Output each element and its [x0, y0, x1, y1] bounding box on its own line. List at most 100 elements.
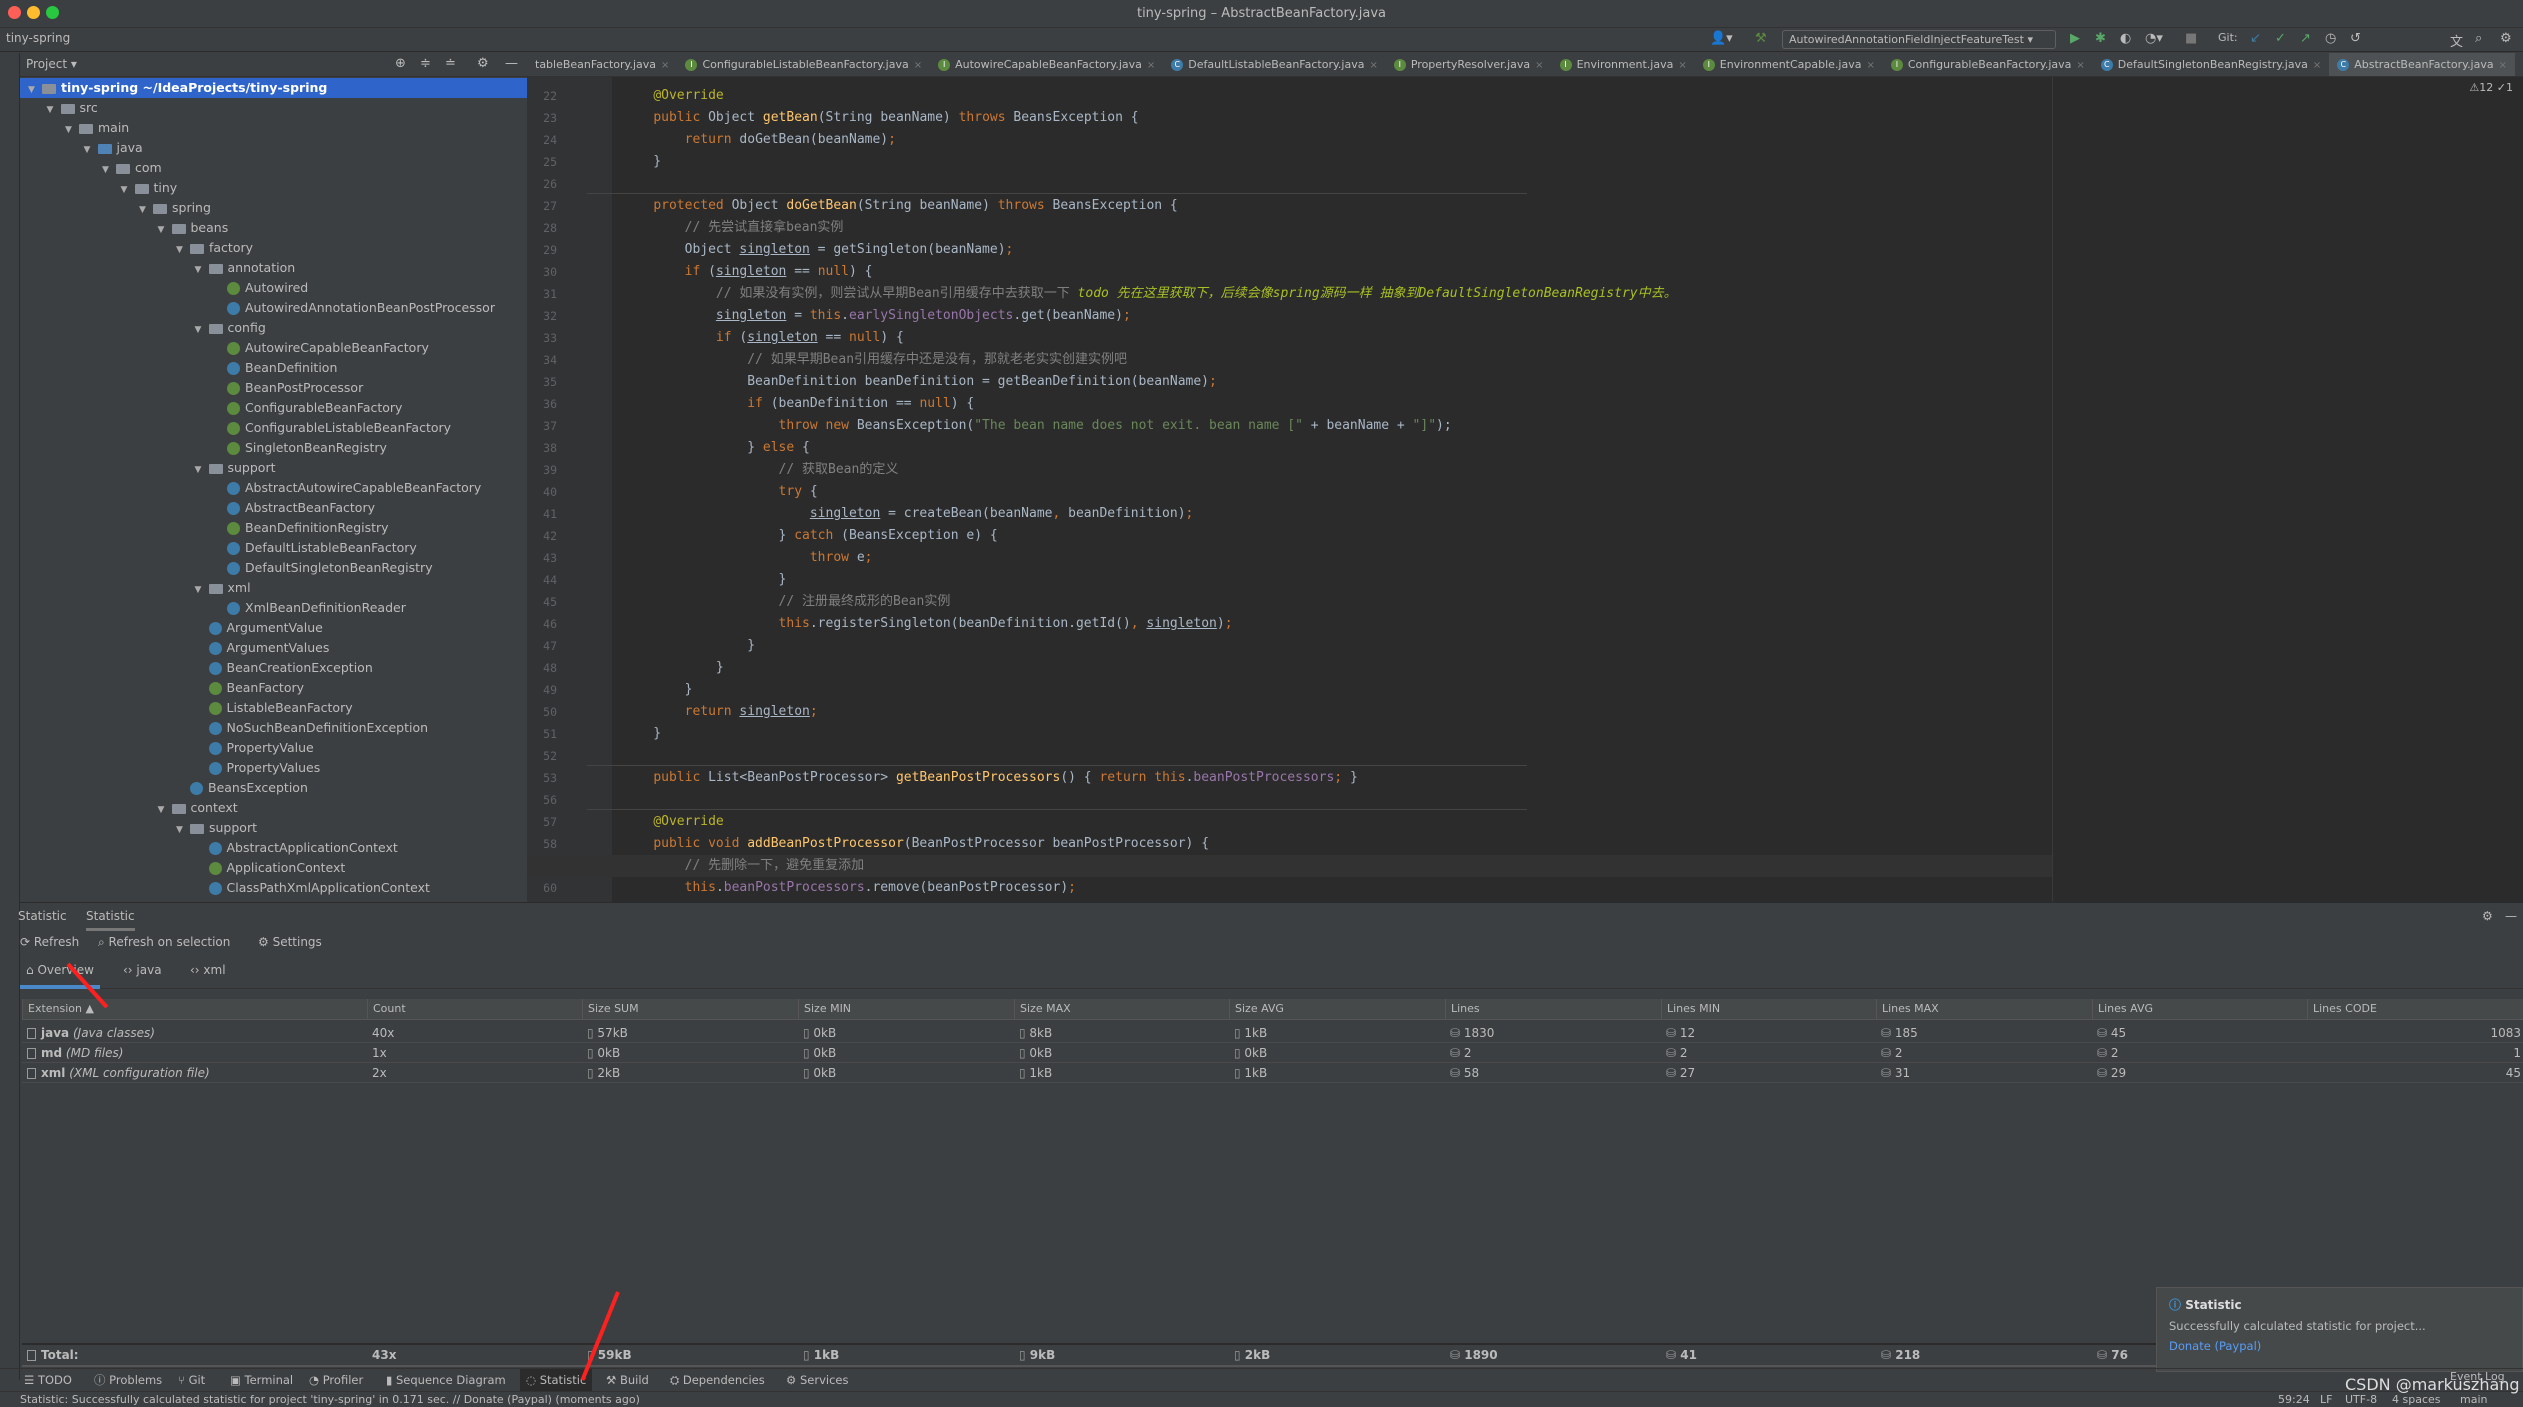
tree-item[interactable]: ▼ xml: [20, 578, 527, 598]
tree-item[interactable]: ▼ config: [20, 318, 527, 338]
tab-statistic-1[interactable]: Statistic: [18, 909, 67, 923]
chevron-down-icon[interactable]: ▼: [102, 160, 116, 180]
project-breadcrumb[interactable]: tiny-spring: [6, 31, 70, 45]
tree-item[interactable]: ConfigurableListableBeanFactory: [20, 418, 527, 438]
chevron-down-icon[interactable]: ▼: [65, 120, 79, 140]
tree-item[interactable]: Autowired: [20, 278, 527, 298]
editor-tab[interactable]: tableBeanFactory.java ×: [527, 53, 677, 76]
profile-icon[interactable]: ◔▾: [2145, 31, 2163, 46]
column-header[interactable]: Size MIN: [798, 999, 1014, 1019]
tree-item[interactable]: BeansException: [20, 778, 527, 798]
close-tab-icon[interactable]: ×: [1147, 60, 1155, 71]
editor-tab[interactable]: I EnvironmentCapable.java ×: [1695, 53, 1883, 76]
status-message[interactable]: Statistic: Successfully calculated stati…: [20, 1393, 640, 1406]
options-gear-icon[interactable]: ⚙: [477, 56, 489, 71]
search-icon[interactable]: ⌕: [2475, 31, 2482, 46]
tree-item[interactable]: ▼ support: [20, 458, 527, 478]
tool-window-dependencies[interactable]: ⛭ Dependencies: [664, 1369, 771, 1391]
tree-item[interactable]: ▼ java: [20, 138, 527, 158]
tree-item[interactable]: NoSuchBeanDefinitionException: [20, 718, 527, 738]
tree-item[interactable]: SingletonBeanRegistry: [20, 438, 527, 458]
tree-item[interactable]: PropertyValues: [20, 758, 527, 778]
subtab-java[interactable]: ‹› java: [123, 963, 162, 977]
debug-icon[interactable]: ✱: [2095, 31, 2106, 46]
tree-item[interactable]: AbstractAutowireCapableBeanFactory: [20, 478, 527, 498]
tree-item[interactable]: ConfigurableBeanFactory: [20, 398, 527, 418]
run-icon[interactable]: ▶: [2070, 31, 2080, 46]
tree-item[interactable]: AbstractBeanFactory: [20, 498, 527, 518]
close-tab-icon[interactable]: ×: [914, 60, 922, 71]
editor-tab[interactable]: C DefaultListableBeanFactory.java ×: [1163, 53, 1386, 76]
chevron-down-icon[interactable]: ▼: [84, 140, 98, 160]
expand-all-icon[interactable]: ≑: [420, 56, 431, 71]
tree-item[interactable]: DefaultListableBeanFactory: [20, 538, 527, 558]
close-tab-icon[interactable]: ×: [661, 60, 669, 71]
chevron-down-icon[interactable]: ▼: [195, 460, 209, 480]
close-tab-icon[interactable]: ×: [2313, 60, 2321, 71]
editor-tab[interactable]: I Environment.java ×: [1552, 53, 1695, 76]
tool-window-sequence-diagram[interactable]: ▮ Sequence Diagram: [380, 1369, 512, 1391]
column-header[interactable]: Lines AVG: [2092, 999, 2307, 1019]
column-header[interactable]: Lines MIN: [1661, 999, 1876, 1019]
column-header[interactable]: Extension ▲: [22, 999, 367, 1019]
tree-item[interactable]: BeanCreationException: [20, 658, 527, 678]
rollback-icon[interactable]: ↺: [2350, 31, 2361, 46]
editor-tab[interactable]: I ConfigurableListableBeanFactory.java ×: [677, 53, 930, 76]
tree-item[interactable]: ClassPathXmlApplicationContext: [20, 878, 527, 898]
git-push-icon[interactable]: ↗: [2300, 31, 2311, 46]
close-tab-icon[interactable]: ×: [1369, 60, 1377, 71]
table-row[interactable]: md (MD files) 1x ▯ 0kB ▯ 0kB ▯ 0kB ▯ 0kB ⛁ 2 ⛁ …: [22, 1043, 2523, 1063]
locate-icon[interactable]: ⊕: [395, 56, 406, 71]
table-row[interactable]: java (Java classes) 40x ▯ 57kB ▯ 0kB ▯ 8kB ▯ …: [22, 1023, 2523, 1043]
column-header[interactable]: Size AVG: [1229, 999, 1445, 1019]
chevron-down-icon[interactable]: ▼: [176, 820, 190, 840]
git-branch[interactable]: main: [2460, 1392, 2487, 1407]
caret-position[interactable]: 59:24: [2278, 1392, 2310, 1407]
coverage-icon[interactable]: ◐: [2120, 31, 2131, 46]
tree-item[interactable]: ▼ beans: [20, 218, 527, 238]
tree-item[interactable]: AbstractApplicationContext: [20, 838, 527, 858]
close-tab-icon[interactable]: ×: [1678, 60, 1686, 71]
tree-item[interactable]: ▼ main: [20, 118, 527, 138]
tree-item[interactable]: BeanDefinitionRegistry: [20, 518, 527, 538]
git-commit-icon[interactable]: ✓: [2275, 31, 2286, 46]
tree-item[interactable]: AutowireCapableBeanFactory: [20, 338, 527, 358]
settings-gear-icon[interactable]: ⚙: [2500, 31, 2512, 46]
chevron-down-icon[interactable]: ▼: [176, 240, 190, 260]
run-configuration-select[interactable]: AutowiredAnnotationFieldInjectFeatureTes…: [1782, 30, 2056, 49]
tree-item[interactable]: PropertyValue: [20, 738, 527, 758]
tree-item[interactable]: ▼ annotation: [20, 258, 527, 278]
hide-panel-icon[interactable]: —: [505, 56, 518, 71]
chevron-down-icon[interactable]: ▼: [28, 80, 42, 100]
tree-item[interactable]: BeanDefinition: [20, 358, 527, 378]
line-separator[interactable]: LF: [2320, 1392, 2332, 1407]
editor-tab[interactable]: I PropertyResolver.java ×: [1386, 53, 1552, 76]
close-tab-icon[interactable]: ×: [1866, 60, 1874, 71]
column-header[interactable]: Lines: [1445, 999, 1661, 1019]
file-encoding[interactable]: UTF-8: [2345, 1392, 2377, 1407]
editor-tab[interactable]: C AbstractBeanFactory.java ×: [2329, 53, 2515, 76]
editor-tab[interactable]: I AutowireCapableBeanFactory.java ×: [930, 53, 1163, 76]
tree-item[interactable]: BeanPostProcessor: [20, 378, 527, 398]
tree-item[interactable]: ArgumentValues: [20, 638, 527, 658]
refresh-button[interactable]: ⟳ Refresh: [20, 935, 79, 949]
chevron-down-icon[interactable]: ▼: [158, 800, 172, 820]
tree-item[interactable]: ▼ factory: [20, 238, 527, 258]
donate-link[interactable]: Donate (Paypal): [2169, 1339, 2510, 1353]
project-view-select[interactable]: Project ▾: [26, 57, 77, 71]
tree-item[interactable]: XmlBeanDefinitionReader: [20, 598, 527, 618]
refresh-on-selection-button[interactable]: ⌕ Refresh on selection: [98, 935, 230, 950]
git-update-icon[interactable]: ↙: [2250, 31, 2261, 46]
inspection-widget[interactable]: ⚠12 ✓1: [2469, 81, 2513, 94]
hide-window-icon[interactable]: —: [2505, 909, 2517, 923]
tool-window-services[interactable]: ⚙ Services: [780, 1369, 854, 1391]
column-header[interactable]: Size SUM: [582, 999, 798, 1019]
tree-item[interactable]: ▼ tiny: [20, 178, 527, 198]
tree-item[interactable]: ▼ context: [20, 798, 527, 818]
history-icon[interactable]: ◷: [2325, 31, 2336, 46]
tree-item[interactable]: ListableBeanFactory: [20, 698, 527, 718]
window-gear-icon[interactable]: ⚙: [2482, 909, 2493, 923]
code-editor[interactable]: 22 23 24 25 26 27 28 29 30 31 32 33 34 35 36 37 38 39 40 41…: [527, 77, 2523, 902]
tree-item[interactable]: ▼ tiny-spring ~/IdeaProjects/tiny-spring: [20, 78, 527, 98]
tree-item[interactable]: ▼ com: [20, 158, 527, 178]
